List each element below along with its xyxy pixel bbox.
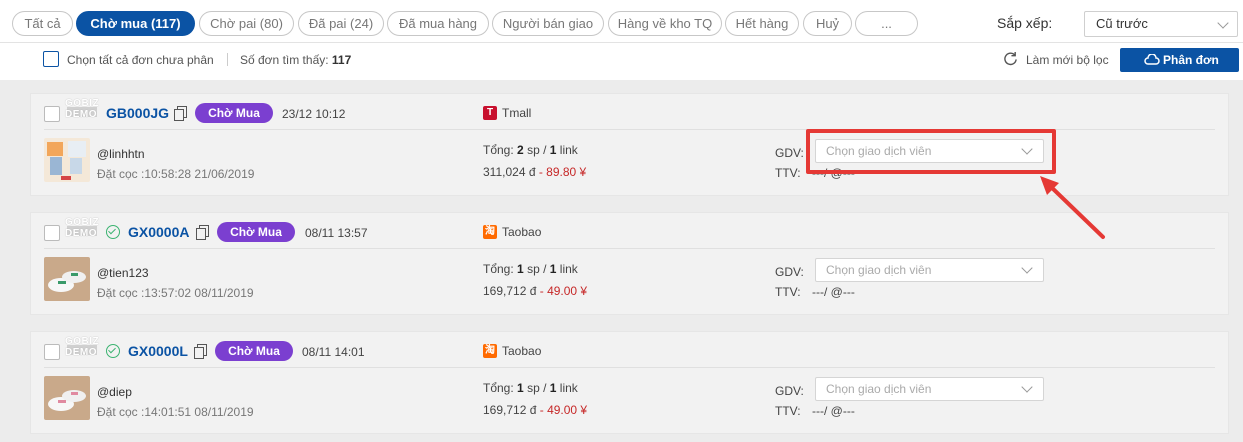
gdv-label: GDV: bbox=[775, 265, 804, 279]
copy-icon[interactable] bbox=[196, 225, 209, 240]
gdv-label: GDV: bbox=[775, 384, 804, 398]
order-total: Tổng: 1 sp / 1 link bbox=[483, 262, 578, 276]
gdv-placeholder: Chọn giao dịch viên bbox=[826, 263, 932, 277]
found-count: Số đơn tìm thấy: 117 bbox=[240, 53, 351, 67]
buyer-username[interactable]: @diep bbox=[97, 385, 132, 399]
ttv-label: TTV: bbox=[775, 404, 801, 418]
product-thumbnail[interactable] bbox=[44, 376, 90, 420]
order-total: Tổng: 2 sp / 1 link bbox=[483, 143, 578, 157]
gdv-placeholder: Chọn giao dịch viên bbox=[826, 382, 932, 396]
refresh-label: Làm mới bộ lọc bbox=[1026, 53, 1109, 67]
taobao-icon: 淘 bbox=[483, 344, 497, 358]
sort-label: Sắp xếp: bbox=[997, 15, 1053, 31]
order-price: 169,712 đ - 49.00 ¥ bbox=[483, 284, 588, 298]
order-datetime: 08/11 14:01 bbox=[302, 345, 365, 359]
product-thumbnail[interactable] bbox=[44, 138, 90, 182]
tab-cho-pai[interactable]: Chờ pai (80) bbox=[199, 11, 294, 36]
split-label: Phân đơn bbox=[1163, 53, 1219, 67]
shop-name: Tmall bbox=[502, 106, 532, 120]
buyer-username[interactable]: @linhhtn bbox=[97, 147, 145, 161]
order-code[interactable]: GB000JG bbox=[106, 105, 169, 121]
verified-check-icon bbox=[106, 225, 120, 239]
filter-toolbar: Tất cả Chờ mua (117) Chờ pai (80) Đã pai… bbox=[0, 0, 1243, 80]
select-all-label[interactable]: Chọn tất cả đơn chưa phân bbox=[67, 53, 214, 67]
taobao-icon: 淘 bbox=[483, 225, 497, 239]
order-datetime: 23/12 10:12 bbox=[282, 107, 346, 121]
tab-het-hang[interactable]: Hết hàng bbox=[725, 11, 799, 36]
tab-nguoi-ban-giao[interactable]: Người bán giao bbox=[492, 11, 604, 36]
deposit-time: Đặt cọc :14:01:51 08/11/2019 bbox=[97, 405, 254, 419]
shop-name: Taobao bbox=[502, 344, 542, 358]
ttv-value: ---/ @--- bbox=[812, 285, 855, 299]
order-card: GOBIZ DEMO GX0000A Chờ Mua 08/11 13:57 淘… bbox=[30, 212, 1229, 315]
tab-cho-mua[interactable]: Chờ mua (117) bbox=[76, 11, 195, 36]
order-code[interactable]: GX0000L bbox=[128, 343, 188, 359]
chevron-down-icon bbox=[1021, 381, 1033, 393]
refresh-icon bbox=[1004, 51, 1017, 66]
order-checkbox[interactable] bbox=[44, 225, 60, 241]
copy-icon[interactable] bbox=[194, 344, 207, 359]
order-card: GOBIZ DEMO GX0000L Chờ Mua 08/11 14:01 淘… bbox=[30, 331, 1229, 434]
watermark: GOBIZ DEMO bbox=[65, 217, 100, 239]
order-checkbox[interactable] bbox=[44, 106, 60, 122]
chevron-down-icon bbox=[1217, 17, 1229, 29]
sort-value: Cũ trước bbox=[1096, 16, 1148, 31]
ttv-value: ---/ @--- bbox=[812, 404, 855, 418]
gdv-select[interactable]: Chọn giao dịch viên bbox=[815, 377, 1044, 401]
status-badge: Chờ Mua bbox=[215, 341, 293, 361]
order-price: 311,024 đ - 89.80 ¥ bbox=[483, 165, 587, 179]
select-all-checkbox[interactable] bbox=[43, 51, 59, 67]
tmall-icon: T bbox=[483, 106, 497, 120]
order-code[interactable]: GX0000A bbox=[128, 224, 189, 240]
card-divider bbox=[44, 248, 1215, 249]
watermark: GOBIZ DEMO bbox=[65, 336, 100, 358]
ttv-label: TTV: bbox=[775, 285, 801, 299]
split-order-button[interactable]: Phân đơn bbox=[1120, 48, 1239, 72]
gdv-select[interactable]: Chọn giao dịch viên bbox=[815, 258, 1044, 282]
gdv-label: GDV: bbox=[775, 146, 804, 160]
verified-check-icon bbox=[106, 344, 120, 358]
deposit-time: Đặt cọc :13:57:02 08/11/2019 bbox=[97, 286, 254, 300]
card-divider bbox=[44, 367, 1215, 368]
tab-more[interactable]: ... bbox=[855, 11, 918, 36]
buyer-username[interactable]: @tien123 bbox=[97, 266, 149, 280]
ttv-label: TTV: bbox=[775, 166, 801, 180]
tab-huy[interactable]: Huỷ bbox=[803, 11, 852, 36]
tab-da-mua-hang[interactable]: Đã mua hàng bbox=[387, 11, 489, 36]
copy-icon[interactable] bbox=[174, 106, 187, 121]
deposit-time: Đặt cọc :10:58:28 21/06/2019 bbox=[97, 167, 255, 181]
found-label: Số đơn tìm thấy: bbox=[240, 53, 329, 67]
status-badge: Chờ Mua bbox=[217, 222, 295, 242]
watermark: GOBIZ DEMO bbox=[65, 98, 100, 120]
order-datetime: 08/11 13:57 bbox=[305, 226, 368, 240]
toolbar-divider bbox=[0, 42, 1243, 43]
highlight-box bbox=[806, 129, 1056, 174]
tab-hang-ve-kho[interactable]: Hàng về kho TQ bbox=[608, 11, 722, 36]
sort-select[interactable]: Cũ trước bbox=[1084, 11, 1238, 37]
shop-name: Taobao bbox=[502, 225, 542, 239]
order-checkbox[interactable] bbox=[44, 344, 60, 360]
chevron-down-icon bbox=[1021, 262, 1033, 274]
tab-all[interactable]: Tất cả bbox=[12, 11, 73, 36]
order-total: Tổng: 1 sp / 1 link bbox=[483, 381, 578, 395]
cloud-icon bbox=[1144, 54, 1160, 65]
found-number: 117 bbox=[331, 53, 352, 67]
product-thumbnail[interactable] bbox=[44, 257, 90, 301]
tab-da-pai[interactable]: Đã pai (24) bbox=[298, 11, 384, 36]
status-badge: Chờ Mua bbox=[195, 103, 273, 123]
separator bbox=[227, 53, 228, 66]
order-price: 169,712 đ - 49.00 ¥ bbox=[483, 403, 588, 417]
